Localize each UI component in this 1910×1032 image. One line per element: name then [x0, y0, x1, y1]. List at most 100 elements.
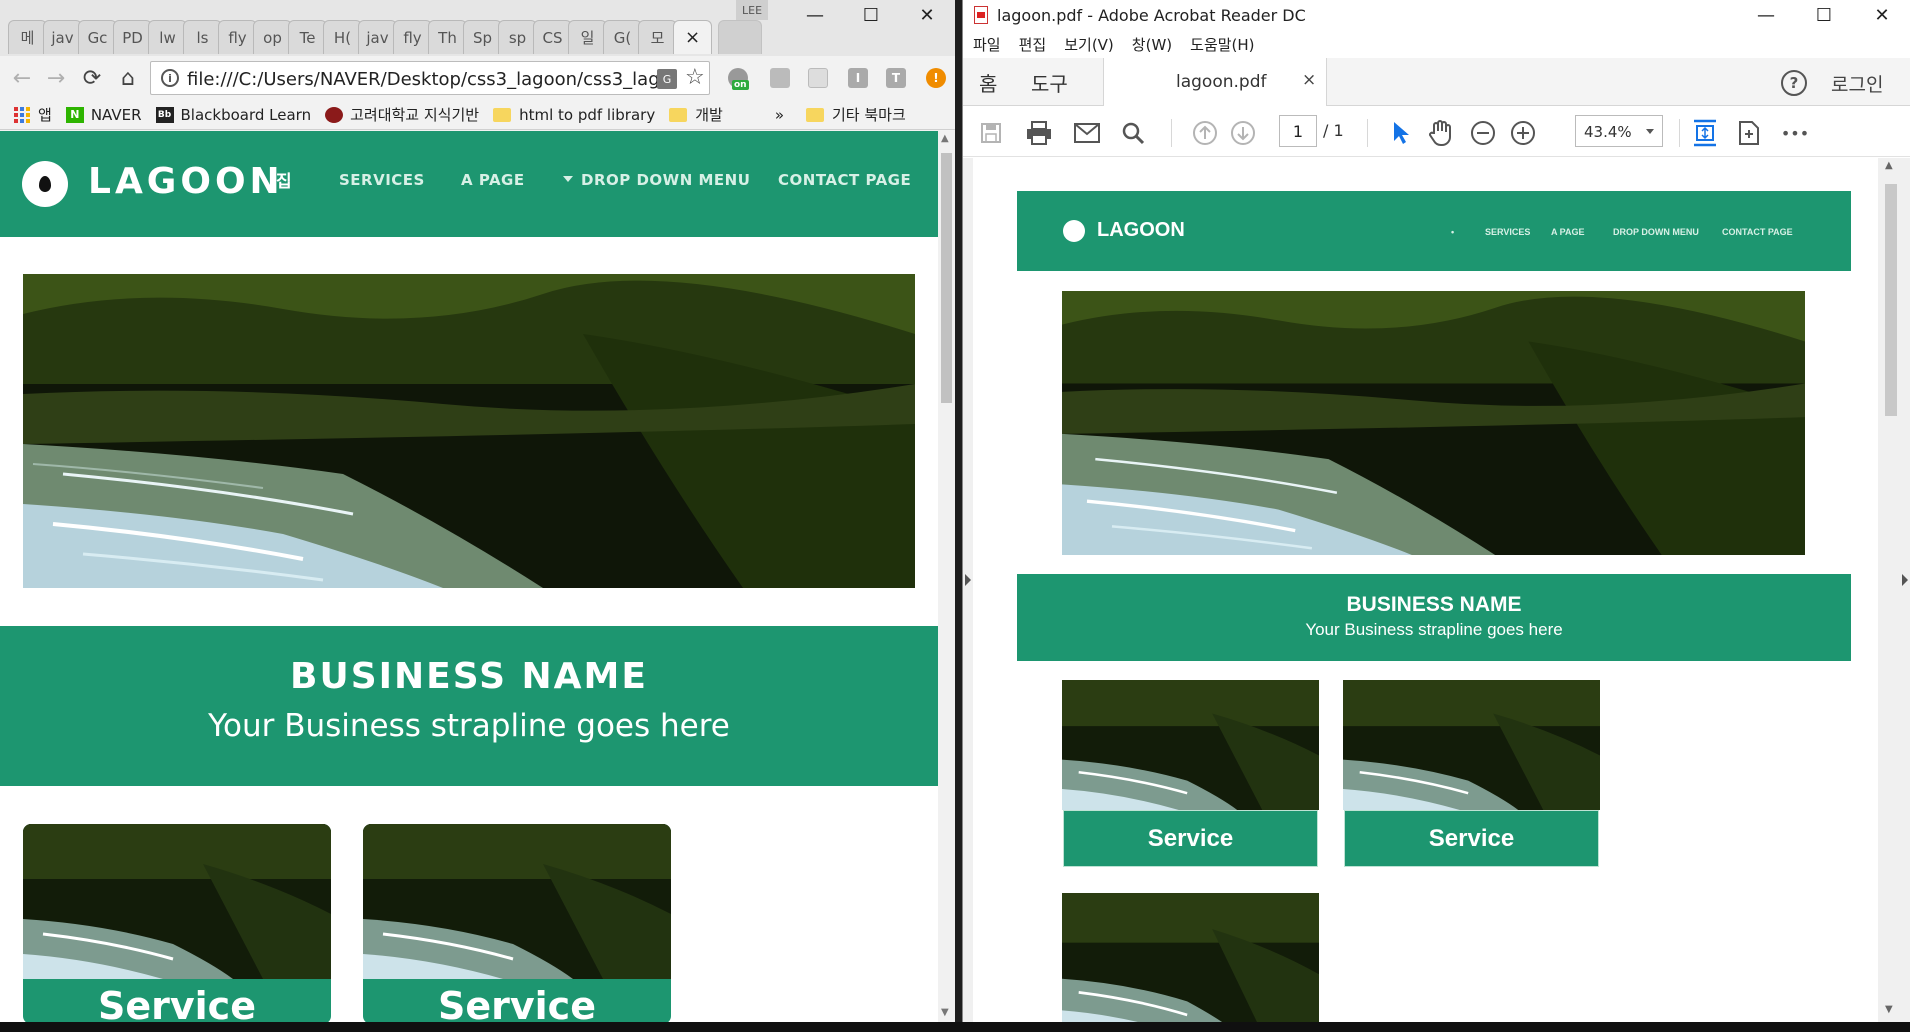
- hand-tool-icon[interactable]: [1427, 119, 1455, 147]
- zoom-out-icon[interactable]: [1469, 119, 1497, 147]
- print-icon[interactable]: [1025, 119, 1053, 147]
- more-tools-icon[interactable]: •••: [1781, 119, 1809, 147]
- fit-page-icon[interactable]: [1691, 119, 1719, 147]
- browser-tab[interactable]: Sp: [463, 20, 502, 54]
- close-button[interactable]: ✕: [1853, 0, 1910, 30]
- menu-window[interactable]: 창(W): [1132, 34, 1172, 55]
- bookmark-star-icon[interactable]: ☆: [685, 65, 705, 90]
- browser-tab[interactable]: fly: [218, 20, 257, 54]
- close-document-icon[interactable]: ×: [1302, 70, 1316, 90]
- new-tab-button[interactable]: [718, 20, 762, 54]
- extension-icon[interactable]: on: [728, 68, 749, 90]
- scroll-down-icon[interactable]: ▼: [941, 1007, 949, 1018]
- extension-icon[interactable]: [770, 68, 790, 88]
- browser-tab[interactable]: Te: [288, 20, 327, 54]
- menu-edit[interactable]: 편집: [1019, 34, 1047, 55]
- document-view[interactable]: LAGOON • SERVICES A PAGE DROP DOWN MENU …: [963, 158, 1910, 1022]
- extension-i-icon[interactable]: I: [848, 68, 868, 88]
- scroll-up-icon[interactable]: ▲: [1885, 160, 1893, 171]
- forward-icon[interactable]: →: [42, 64, 70, 92]
- login-button[interactable]: 로그인: [1831, 70, 1883, 97]
- minimize-button[interactable]: —: [1737, 0, 1795, 30]
- browser-tab[interactable]: H(: [323, 20, 362, 54]
- menu-help[interactable]: 도움말(H): [1190, 34, 1254, 55]
- scroll-up-icon[interactable]: ▲: [941, 133, 949, 144]
- scrollbar-thumb[interactable]: [941, 153, 952, 403]
- info-icon[interactable]: i: [161, 69, 179, 87]
- browser-tab[interactable]: jav: [43, 20, 82, 54]
- right-panel-toggle[interactable]: [1899, 158, 1910, 1022]
- scroll-down-icon[interactable]: ▼: [1885, 1004, 1893, 1015]
- bookmarks-overflow-button[interactable]: »: [775, 106, 784, 124]
- zoom-level-select[interactable]: 43.4%: [1575, 115, 1663, 147]
- browser-tab[interactable]: 메: [8, 20, 47, 54]
- browser-tab[interactable]: fly: [393, 20, 432, 54]
- rotate-view-icon[interactable]: [1735, 119, 1763, 147]
- browser-tab[interactable]: 모: [638, 20, 677, 54]
- browser-tab[interactable]: sp: [498, 20, 537, 54]
- reload-icon[interactable]: ⟳: [78, 64, 106, 92]
- search-icon[interactable]: [1119, 119, 1147, 147]
- page-number-input[interactable]: 1: [1279, 115, 1317, 147]
- scrollbar-thumb[interactable]: [1885, 184, 1897, 416]
- bookmark-apps[interactable]: 앱: [14, 104, 52, 125]
- browser-tab[interactable]: op: [253, 20, 292, 54]
- previous-page-icon[interactable]: [1191, 119, 1219, 147]
- browser-tab[interactable]: jav: [358, 20, 397, 54]
- browser-tab[interactable]: lw: [148, 20, 187, 54]
- logo-badge[interactable]: [22, 161, 68, 207]
- browser-tab[interactable]: Gc: [78, 20, 117, 54]
- bookmark-korea-univ[interactable]: 고려대학교 지식기반: [325, 104, 479, 125]
- select-cursor-icon[interactable]: [1387, 119, 1415, 147]
- next-page-icon[interactable]: [1229, 119, 1257, 147]
- tab-tools[interactable]: 도구: [1031, 68, 1068, 97]
- bookmark-naver[interactable]: N NAVER: [65, 106, 142, 124]
- tab-document[interactable]: lagoon.pdf ×: [1103, 58, 1327, 106]
- close-button[interactable]: ✕: [899, 0, 955, 30]
- nav-services[interactable]: SERVICES: [339, 171, 425, 189]
- pdf-page[interactable]: LAGOON • SERVICES A PAGE DROP DOWN MENU …: [973, 158, 1878, 1022]
- active-tab-close-button[interactable]: ×: [673, 20, 712, 54]
- maximize-button[interactable]: ☐: [1795, 0, 1853, 30]
- document-scrollbar[interactable]: ▲ ▼: [1881, 158, 1899, 1022]
- browser-tab[interactable]: 일: [568, 20, 607, 54]
- nav-home[interactable]: 집: [276, 167, 292, 192]
- service-card[interactable]: Service: [363, 824, 671, 1022]
- profile-badge[interactable]: LEE: [736, 0, 768, 20]
- update-alert-icon[interactable]: !: [926, 68, 946, 88]
- menu-view[interactable]: 보기(V): [1064, 34, 1114, 55]
- browser-tab[interactable]: G(: [603, 20, 642, 54]
- extension-t-icon[interactable]: T: [886, 68, 906, 88]
- bookmark-html-to-pdf[interactable]: html to pdf library: [493, 106, 655, 124]
- save-icon[interactable]: [977, 119, 1005, 147]
- address-bar[interactable]: i file:///C:/Users/NAVER/Desktop/css3_la…: [150, 61, 710, 95]
- tab-home[interactable]: 홈: [979, 68, 997, 97]
- bookmark-dev[interactable]: 개발: [669, 104, 723, 125]
- back-icon[interactable]: ←: [8, 64, 36, 92]
- menu-file[interactable]: 파일: [973, 34, 1001, 55]
- minimize-button[interactable]: —: [787, 0, 843, 30]
- url-text[interactable]: file:///C:/Users/NAVER/Desktop/css3_lago…: [187, 69, 657, 90]
- bookmark-blackboard[interactable]: Bb Blackboard Learn: [155, 106, 311, 124]
- browser-tab[interactable]: Th: [428, 20, 467, 54]
- service-card[interactable]: Service: [23, 824, 331, 1022]
- left-panel-toggle[interactable]: [963, 158, 972, 1022]
- other-bookmarks[interactable]: 기타 북마크: [806, 104, 906, 125]
- nav-a-page[interactable]: A PAGE: [461, 171, 525, 189]
- page-scrollbar[interactable]: ▲ ▼: [938, 131, 955, 1022]
- maximize-button[interactable]: ☐: [843, 0, 899, 30]
- zoom-in-icon[interactable]: [1509, 119, 1537, 147]
- nav-contact[interactable]: CONTACT PAGE: [778, 171, 911, 189]
- page-viewport[interactable]: LAGOON 집 SERVICES A PAGE DROP DOWN MENU …: [0, 131, 938, 1022]
- site-brand[interactable]: LAGOON: [88, 161, 284, 202]
- nav-dropdown[interactable]: DROP DOWN MENU: [563, 171, 750, 189]
- email-icon[interactable]: [1073, 119, 1101, 147]
- browser-tab[interactable]: CS: [533, 20, 572, 54]
- help-icon[interactable]: ?: [1781, 70, 1807, 96]
- extension-icon[interactable]: [808, 68, 828, 88]
- browser-tab[interactable]: PD: [113, 20, 152, 54]
- home-icon[interactable]: ⌂: [114, 64, 142, 92]
- pdf-file-icon: [974, 6, 988, 24]
- translate-icon[interactable]: G: [657, 69, 677, 89]
- browser-tab[interactable]: ls: [183, 20, 222, 54]
